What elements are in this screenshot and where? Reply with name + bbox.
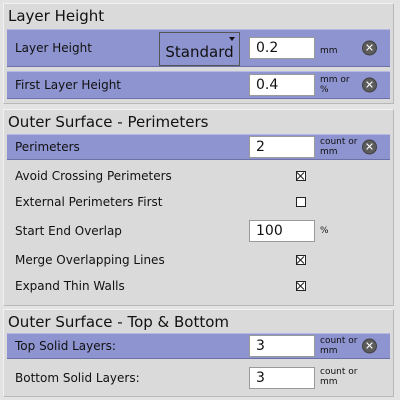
merge-overlapping-checkbox[interactable]	[296, 255, 306, 265]
section-title: Outer Surface - Perimeters	[8, 113, 209, 131]
unit-line-2: mm	[320, 346, 338, 356]
close-icon: ✕	[364, 78, 375, 92]
start-end-overlap-input[interactable]: 100	[249, 220, 315, 242]
perimeters-input[interactable]: 2	[249, 136, 315, 158]
layer-height-section: Layer Height Layer Height Standard 0.2 m…	[3, 3, 394, 104]
close-icon: ✕	[364, 41, 375, 55]
avoid-crossing-checkbox[interactable]	[296, 171, 306, 181]
close-icon: ✕	[364, 339, 375, 353]
external-first-label: External Perimeters First	[15, 195, 163, 209]
section-title: Outer Surface - Top & Bottom	[8, 313, 230, 331]
unit-label: mm or %	[320, 75, 350, 95]
unit-line-1: count or	[320, 367, 358, 377]
unit-label: count or mm	[320, 367, 357, 387]
layer-height-input[interactable]: 0.2	[249, 37, 315, 59]
perimeters-section: Outer Surface - Perimeters Perimeters 2 …	[3, 109, 394, 306]
dropdown-arrow-icon	[229, 37, 235, 41]
first-layer-height-row: First Layer Height 0.4 mm or % ✕	[7, 71, 390, 99]
bottom-solid-row: Bottom Solid Layers: 3 count or mm	[7, 365, 390, 391]
first-layer-height-label: First Layer Height	[15, 78, 122, 92]
expand-thin-walls-row: Expand Thin Walls	[7, 273, 390, 299]
perimeters-row: Perimeters 2 count or mm ✕	[7, 134, 390, 160]
expand-thin-walls-checkbox[interactable]	[296, 281, 306, 291]
reset-top-solid-button[interactable]: ✕	[362, 338, 377, 354]
external-first-checkbox[interactable]	[296, 197, 306, 207]
top-bottom-section: Outer Surface - Top & Bottom Top Solid L…	[3, 309, 394, 397]
unit-line-2: %	[320, 85, 329, 95]
perimeters-label: Perimeters	[15, 140, 80, 154]
avoid-crossing-row: Avoid Crossing Perimeters	[7, 163, 390, 189]
layer-height-preset-dropdown[interactable]: Standard	[159, 32, 240, 66]
first-layer-height-input[interactable]: 0.4	[249, 74, 315, 96]
unit-line-2: mm	[320, 147, 338, 157]
reset-perimeters-button[interactable]: ✕	[362, 139, 377, 155]
start-end-overlap-row: Start End Overlap 100 %	[7, 217, 390, 245]
bottom-solid-label: Bottom Solid Layers:	[15, 371, 140, 385]
merge-overlapping-row: Merge Overlapping Lines	[7, 247, 390, 273]
unit-line-1: count or	[320, 137, 358, 147]
reset-first-layer-height-button[interactable]: ✕	[362, 77, 377, 93]
unit-label: count or mm	[320, 137, 357, 157]
unit-line-1: count or	[320, 336, 358, 346]
reset-layer-height-button[interactable]: ✕	[362, 40, 377, 56]
expand-thin-walls-label: Expand Thin Walls	[15, 279, 125, 293]
unit-label: %	[320, 226, 329, 236]
section-title: Layer Height	[8, 7, 105, 25]
preset-value: Standard	[165, 43, 234, 61]
unit-label: mm	[320, 46, 338, 56]
avoid-crossing-label: Avoid Crossing Perimeters	[15, 169, 172, 183]
unit-label: count or mm	[320, 336, 357, 356]
bottom-solid-input[interactable]: 3	[249, 367, 315, 389]
layer-height-row: Layer Height Standard 0.2 mm ✕	[7, 29, 390, 67]
merge-overlapping-label: Merge Overlapping Lines	[15, 253, 165, 267]
top-solid-input[interactable]: 3	[249, 335, 315, 357]
unit-line-2: mm	[320, 377, 338, 387]
top-solid-row: Top Solid Layers: 3 count or mm ✕	[7, 333, 390, 359]
start-end-overlap-label: Start End Overlap	[15, 224, 122, 238]
top-solid-label: Top Solid Layers:	[15, 339, 116, 353]
external-first-row: External Perimeters First	[7, 189, 390, 215]
layer-height-label: Layer Height	[15, 41, 92, 55]
close-icon: ✕	[364, 140, 375, 154]
unit-line-1: mm or	[320, 75, 350, 85]
